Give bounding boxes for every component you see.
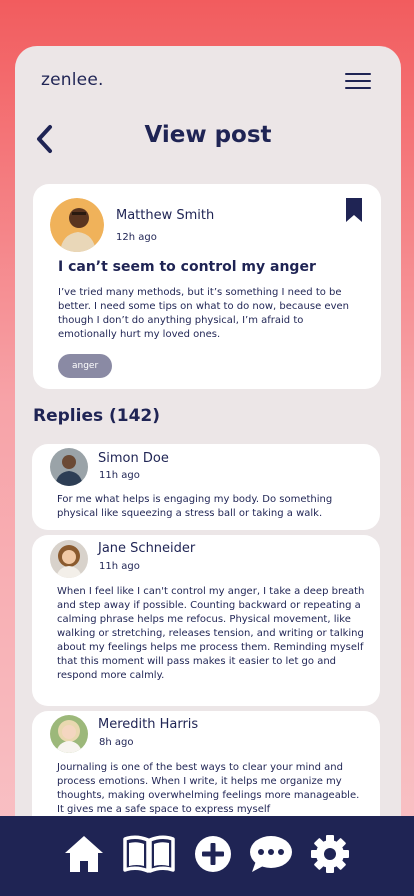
reply-author-name[interactable]: Simon Doe — [98, 451, 169, 466]
bottom-navigation — [0, 816, 414, 896]
reply-timestamp: 11h ago — [99, 561, 140, 572]
reply-avatar[interactable] — [50, 715, 88, 753]
author-avatar[interactable] — [50, 198, 104, 252]
chat-icon[interactable] — [248, 833, 294, 875]
reply-body: Journaling is one of the best ways to cl… — [57, 762, 360, 815]
hamburger-menu-icon[interactable] — [345, 72, 371, 90]
bookmark-icon[interactable] — [345, 198, 363, 222]
reply-body: For me what helps is engaging my body. D… — [57, 494, 333, 519]
reply-author-name[interactable]: Jane Schneider — [98, 541, 195, 556]
reply-author-name[interactable]: Meredith Harris — [98, 717, 198, 732]
home-icon[interactable] — [62, 833, 106, 875]
post-body: I’ve tried many methods, but it’s someth… — [58, 287, 349, 340]
post-author-name[interactable]: Matthew Smith — [116, 208, 214, 223]
top-bar: zenlee. — [15, 46, 401, 116]
reply-avatar[interactable] — [50, 448, 88, 486]
reply-avatar[interactable] — [50, 540, 88, 578]
reply-timestamp: 8h ago — [99, 737, 134, 748]
post-timestamp: 12h ago — [116, 232, 157, 243]
settings-icon[interactable] — [310, 833, 350, 875]
reply-body: When I feel like I can't control my ange… — [57, 586, 365, 681]
post-card: Matthew Smith 12h ago I can’t seem to co… — [33, 184, 381, 389]
book-icon[interactable] — [122, 833, 176, 875]
app-logo: zenlee. — [41, 70, 104, 90]
app-panel: zenlee. View post Matthew Smith 12h ago … — [15, 46, 401, 846]
reply-card: Jane Schneider 11h ago When I feel like … — [32, 535, 380, 706]
replies-heading: Replies (142) — [33, 406, 161, 426]
tag-chip[interactable]: anger — [58, 354, 113, 378]
add-icon[interactable] — [191, 833, 235, 875]
reply-card: Simon Doe 11h ago For me what helps is e… — [32, 444, 380, 530]
post-title: I can’t seem to control my anger — [58, 259, 316, 275]
page-title: View post — [144, 122, 272, 148]
reply-timestamp: 11h ago — [99, 470, 140, 481]
